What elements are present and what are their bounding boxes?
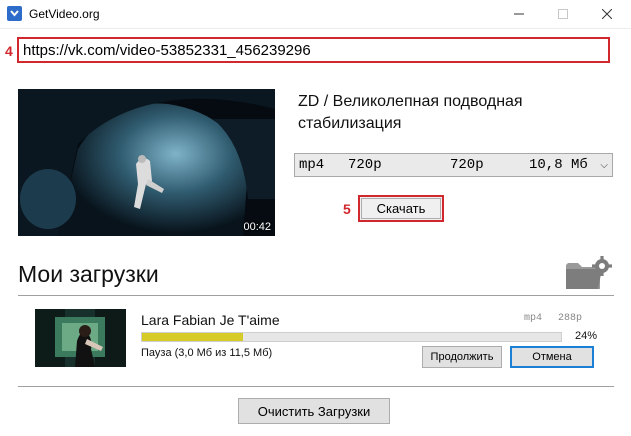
cancel-button[interactable]: Отмена [510, 346, 594, 368]
downloads-title: Мои загрузки [18, 261, 159, 287]
download-item-format: mp4 [524, 313, 543, 324]
download-button[interactable]: Скачать [358, 195, 444, 222]
window-title: GetVideo.org [29, 7, 100, 21]
format-resolution: 720p [450, 157, 484, 173]
url-input[interactable] [17, 37, 610, 63]
maximize-icon[interactable] [541, 0, 585, 28]
continue-button[interactable]: Продолжить [422, 346, 502, 368]
step-label-url: 4 [5, 43, 13, 59]
clear-downloads-button[interactable]: Очистить Загрузки [238, 398, 390, 424]
getvideo-logo-icon [7, 6, 22, 21]
download-item-resolution: 288p [558, 313, 583, 324]
video-thumbnail[interactable]: 00:42 [18, 89, 275, 236]
download-item-thumbnail [35, 309, 126, 367]
video-title: ZD / Великолепная подводная стабилизация [298, 93, 523, 132]
step-label-download: 5 [343, 201, 351, 217]
download-item-title: Lara Fabian Je T'aime [141, 312, 280, 328]
section-divider [18, 295, 614, 296]
list-divider [18, 386, 614, 387]
folder-settings-icon[interactable] [564, 255, 614, 298]
format-container: mp4 [299, 157, 325, 173]
chevron-down-icon: ⌵ [600, 160, 608, 171]
format-select[interactable]: mp4 720p 720p 10,8 Мб ⌵ [294, 153, 613, 177]
download-progress-fill [142, 333, 243, 341]
title-bar: GetVideo.org [0, 0, 631, 29]
download-progress-percent: 24% [575, 330, 598, 342]
close-icon[interactable] [585, 0, 629, 28]
download-button-label: Скачать [361, 198, 441, 219]
minimize-icon[interactable] [497, 0, 541, 28]
video-duration: 00:42 [243, 221, 271, 233]
format-size: 10,8 Мб [529, 157, 588, 173]
download-progress-bar [141, 332, 562, 342]
format-quality: 720p [348, 157, 382, 173]
download-item-status: Пауза (3,0 Мб из 11,5 Мб) [141, 347, 273, 359]
